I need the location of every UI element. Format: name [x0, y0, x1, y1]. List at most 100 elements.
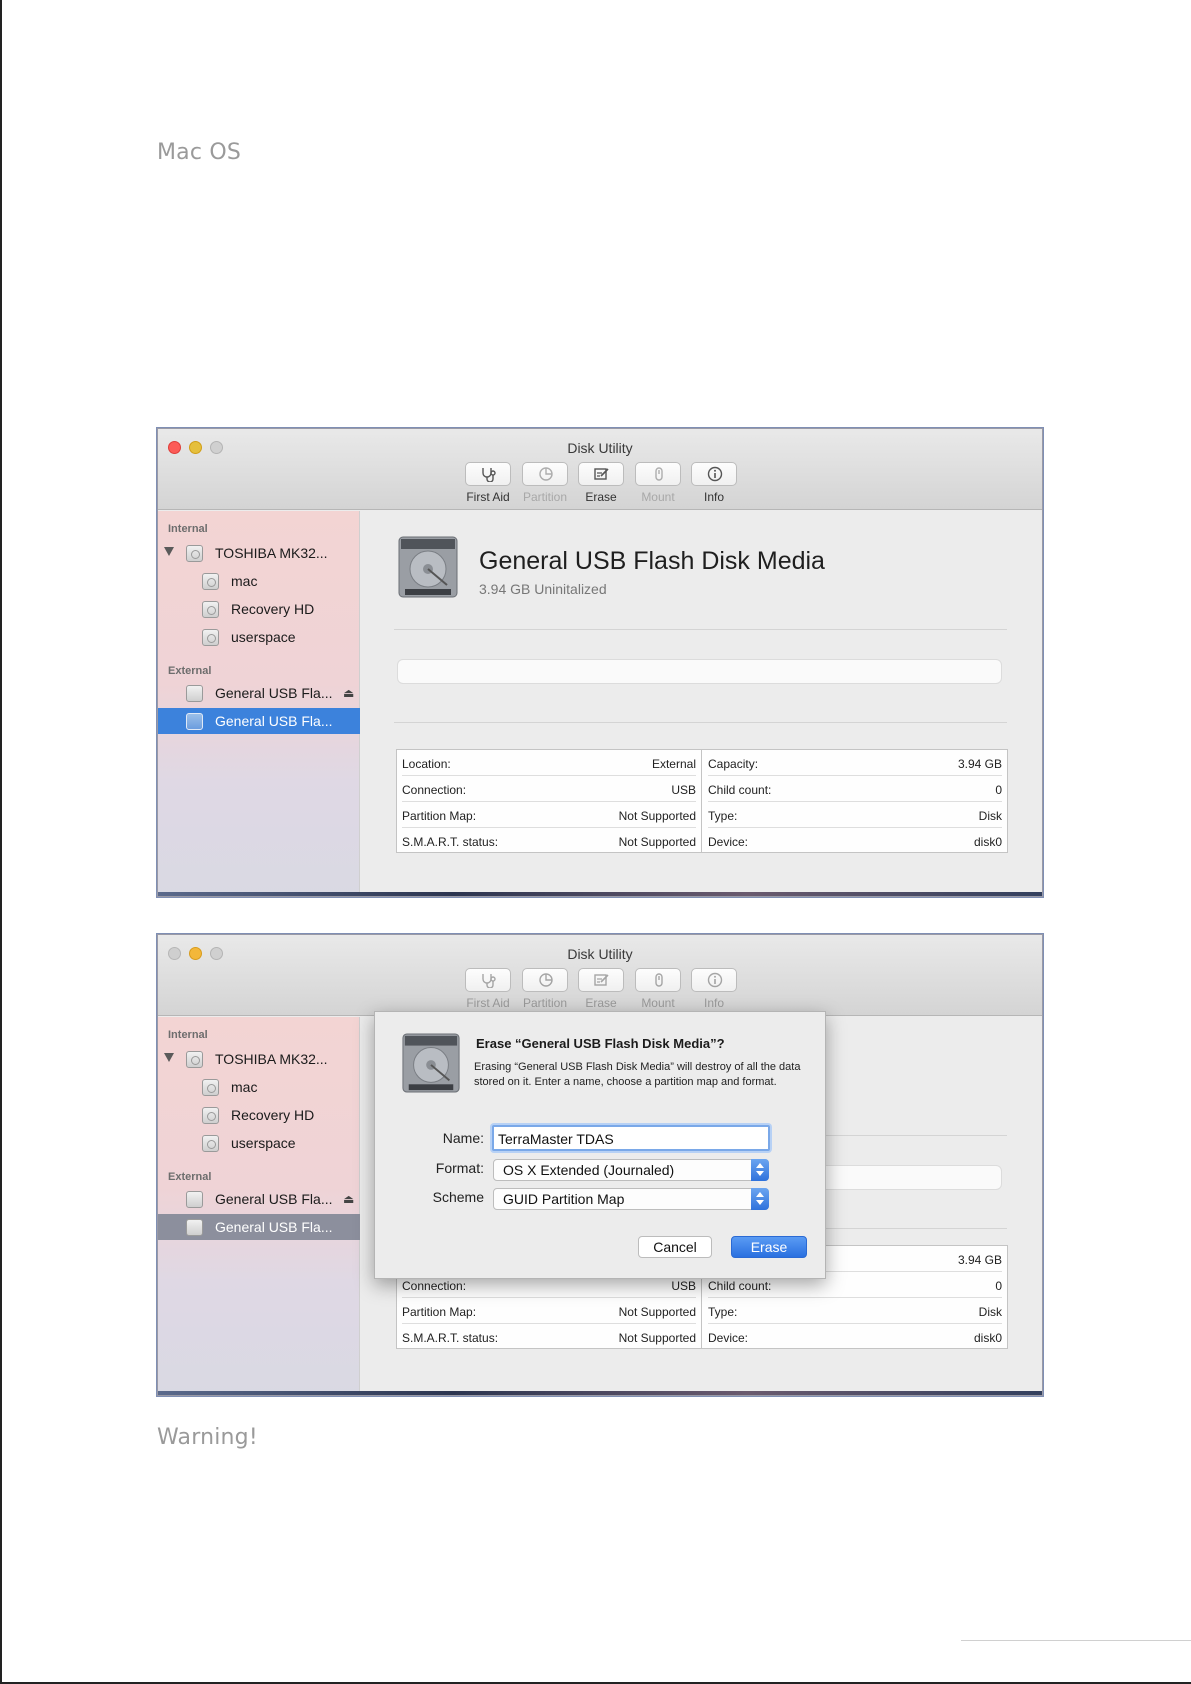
mount-icon [655, 467, 663, 481]
mount-button[interactable]: Mount [628, 968, 688, 1010]
sidebar-item-mac[interactable]: mac [158, 1074, 360, 1100]
info-value: External [651, 757, 696, 771]
info-button[interactable]: Info [684, 462, 744, 504]
disclosure-triangle-icon[interactable] [164, 1053, 174, 1062]
first-aid-button[interactable]: First Aid [458, 968, 518, 1010]
name-field[interactable]: TerraMaster TDAS [492, 1125, 770, 1151]
sidebar-item-label: General USB Fla... [215, 713, 333, 729]
sidebar-item-label: TOSHIBA MK32... [215, 1051, 328, 1067]
titlebar: Disk Utility First Aid Partition Erase M… [158, 935, 1042, 1016]
sidebar-item-usb-1[interactable]: General USB Fla... ⏏ [158, 1186, 360, 1212]
info-row-type: Type: Disk [708, 1298, 1002, 1324]
sidebar-section-external: External [168, 1171, 212, 1183]
window-title: Disk Utility [567, 946, 633, 962]
partition-button[interactable]: Partition [515, 968, 575, 1010]
info-value: Disk [978, 809, 1002, 823]
sidebar-item-usb-2-selected[interactable]: General USB Fla... [158, 1214, 360, 1240]
sidebar-item-recovery-hd[interactable]: Recovery HD [158, 596, 360, 622]
erase-button[interactable]: Erase [571, 462, 631, 504]
erase-confirm-button[interactable]: Erase [731, 1236, 807, 1258]
info-row-partition-map: Partition Map: Not Supported [402, 1298, 696, 1324]
info-key: Child count: [708, 1279, 772, 1293]
select-arrows-icon [751, 1159, 769, 1181]
partition-label: Partition [522, 490, 568, 504]
sidebar-item-userspace[interactable]: userspace [158, 1130, 360, 1156]
info-row-device: Device: disk0 [708, 1324, 1002, 1350]
volume-icon [202, 629, 219, 646]
info-row-location: Location: External [402, 750, 696, 776]
disclosure-triangle-icon[interactable] [164, 547, 174, 556]
hard-drive-icon [398, 536, 458, 598]
info-button[interactable]: Info [684, 968, 744, 1010]
info-key: Location: [402, 757, 451, 771]
info-value: 3.94 GB [957, 1253, 1002, 1267]
info-value: Not Supported [618, 809, 696, 823]
first-aid-button[interactable]: First Aid [458, 462, 518, 504]
sidebar-item-label: TOSHIBA MK32... [215, 545, 328, 561]
titlebar: Disk Utility First Aid Partition Erase M… [158, 429, 1042, 510]
sidebar-item-label: userspace [231, 629, 296, 645]
mount-button[interactable]: Mount [628, 462, 688, 504]
divider [394, 722, 1007, 723]
info-row-partition-map: Partition Map: Not Supported [402, 802, 696, 828]
first-aid-label: First Aid [466, 490, 510, 504]
sidebar-section-internal: Internal [168, 523, 208, 535]
hard-drive-icon [402, 1033, 460, 1093]
sidebar-item-toshiba[interactable]: TOSHIBA MK32... [158, 540, 360, 566]
partition-label: Partition [522, 996, 568, 1010]
info-key: Device: [708, 1331, 749, 1345]
info-icon [707, 466, 723, 482]
erase-icon [594, 974, 609, 986]
info-table: Location: External Connection: USB Partiti… [396, 749, 1008, 853]
external-disk-icon [186, 713, 203, 730]
mount-label: Mount [641, 490, 675, 504]
sidebar: Internal TOSHIBA MK32... mac Recovery HD… [158, 511, 360, 896]
info-label: Info [703, 490, 724, 504]
info-value: 0 [995, 1279, 1002, 1293]
erase-label: Erase [585, 490, 617, 504]
info-label: Info [703, 996, 724, 1010]
sidebar-section-internal: Internal [168, 1029, 208, 1041]
disk-utility-window-erase-dialog: Disk Utility First Aid Partition Erase M… [157, 934, 1043, 1396]
sidebar-item-recovery-hd[interactable]: Recovery HD [158, 1102, 360, 1128]
external-disk-icon [186, 685, 203, 702]
sidebar-item-toshiba[interactable]: TOSHIBA MK32... [158, 1046, 360, 1072]
info-row-type: Type: Disk [708, 802, 1002, 828]
erase-dialog: Erase “General USB Flash Disk Media”? Er… [374, 1011, 826, 1279]
format-label: Format: [435, 1160, 484, 1176]
first-aid-label: First Aid [466, 996, 510, 1010]
stethoscope-icon [482, 974, 496, 988]
eject-icon[interactable]: ⏏ [343, 686, 354, 700]
info-key: Capacity: [708, 757, 759, 771]
format-value: OS X Extended (Journaled) [503, 1162, 675, 1178]
sidebar-item-usb-2-selected[interactable]: General USB Fla... [158, 708, 360, 734]
info-key: Connection: [402, 1279, 467, 1293]
info-icon [707, 972, 723, 988]
sidebar-item-label: mac [231, 573, 258, 589]
info-value: disk0 [973, 835, 1002, 849]
info-row-connection: Connection: USB [402, 776, 696, 802]
info-key: Type: [708, 1305, 738, 1319]
info-value: Not Supported [618, 1331, 696, 1345]
cancel-button[interactable]: Cancel [638, 1236, 712, 1258]
info-row-smart: S.M.A.R.T. status: Not Supported [402, 1324, 696, 1350]
sidebar-item-userspace[interactable]: userspace [158, 624, 360, 650]
partition-button[interactable]: Partition [515, 462, 575, 504]
stethoscope-icon [482, 468, 496, 482]
disk-utility-window-main: Disk Utility First Aid Partition Erase M… [157, 428, 1043, 897]
erase-button[interactable]: Erase [571, 968, 631, 1010]
info-row-device: Device: disk0 [708, 828, 1002, 854]
sidebar-item-usb-1[interactable]: General USB Fla... ⏏ [158, 680, 360, 706]
eject-icon[interactable]: ⏏ [343, 1192, 354, 1206]
scheme-select[interactable]: GUID Partition Map [493, 1188, 769, 1210]
sidebar-item-mac[interactable]: mac [158, 568, 360, 594]
sidebar-item-label: Recovery HD [231, 601, 315, 617]
external-disk-icon [186, 1191, 203, 1208]
external-disk-icon [186, 1219, 203, 1236]
format-select[interactable]: OS X Extended (Journaled) [493, 1159, 769, 1181]
info-key: Connection: [402, 783, 467, 797]
sidebar-item-label: userspace [231, 1135, 296, 1151]
detail-pane: General USB Flash Disk Media 3.94 GB Uni… [361, 511, 1042, 892]
info-key: Partition Map: [402, 809, 477, 823]
device-name: General USB Flash Disk Media [479, 547, 825, 575]
